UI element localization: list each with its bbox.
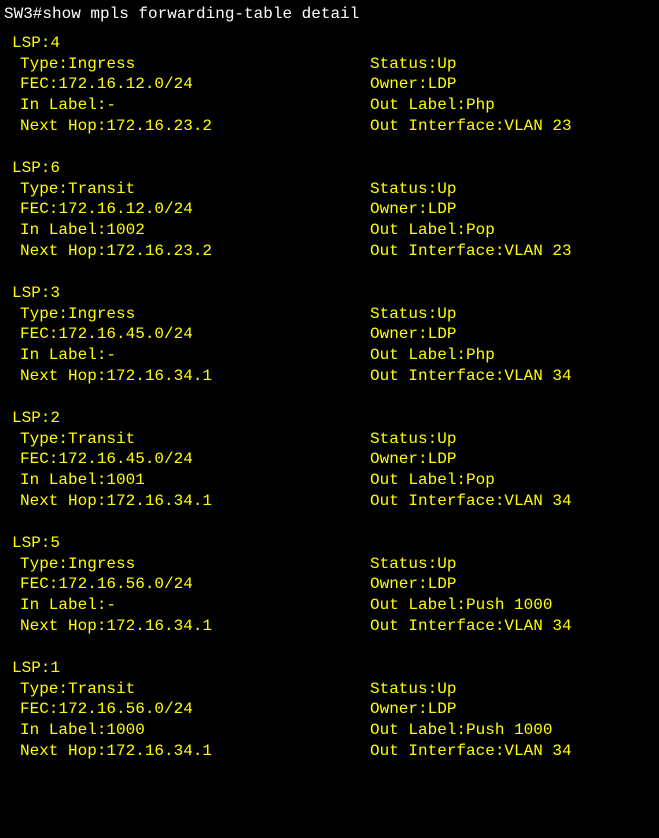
lsp-fec: FEC:172.16.12.0/24 (20, 199, 370, 220)
lsp-out-interface: Out Interface:VLAN 34 (370, 616, 655, 637)
lsp-row: Type:TransitStatus:Up (4, 429, 655, 450)
lsp-out-interface: Out Interface:VLAN 23 (370, 241, 655, 262)
lsp-type: Type:Ingress (20, 304, 370, 325)
lsp-type: Type:Ingress (20, 54, 370, 75)
lsp-id: LSP:4 (4, 33, 655, 54)
prompt-command: show mpls forwarding-table detail (42, 5, 359, 23)
command-output: LSP:4 Type:IngressStatus:Up FEC:172.16.1… (4, 33, 655, 762)
lsp-block: LSP:2 Type:TransitStatus:Up FEC:172.16.4… (4, 408, 655, 512)
lsp-status: Status:Up (370, 679, 655, 700)
lsp-out-label: Out Label:Php (370, 345, 655, 366)
lsp-out-label: Out Label:Pop (370, 470, 655, 491)
lsp-row: Type:IngressStatus:Up (4, 54, 655, 75)
lsp-id: LSP:6 (4, 158, 655, 179)
lsp-owner: Owner:LDP (370, 574, 655, 595)
lsp-in-label: In Label:1000 (20, 720, 370, 741)
lsp-in-label: In Label:- (20, 595, 370, 616)
lsp-row: FEC:172.16.12.0/24Owner:LDP (4, 199, 655, 220)
lsp-owner: Owner:LDP (370, 324, 655, 345)
lsp-status: Status:Up (370, 54, 655, 75)
lsp-fec: FEC:172.16.56.0/24 (20, 574, 370, 595)
lsp-type: Type:Ingress (20, 554, 370, 575)
lsp-row: FEC:172.16.45.0/24Owner:LDP (4, 449, 655, 470)
lsp-row: In Label:-Out Label:Php (4, 345, 655, 366)
lsp-block: LSP:4 Type:IngressStatus:Up FEC:172.16.1… (4, 33, 655, 137)
lsp-row: In Label:1000Out Label:Push 1000 (4, 720, 655, 741)
lsp-status: Status:Up (370, 179, 655, 200)
lsp-out-label: Out Label:Php (370, 95, 655, 116)
lsp-id: LSP:5 (4, 533, 655, 554)
lsp-row: Next Hop:172.16.23.2Out Interface:VLAN 2… (4, 241, 655, 262)
lsp-out-label: Out Label:Pop (370, 220, 655, 241)
lsp-out-label: Out Label:Push 1000 (370, 720, 655, 741)
lsp-out-interface: Out Interface:VLAN 23 (370, 116, 655, 137)
lsp-block: LSP:1 Type:TransitStatus:Up FEC:172.16.5… (4, 658, 655, 762)
lsp-next-hop: Next Hop:172.16.34.1 (20, 366, 370, 387)
lsp-next-hop: Next Hop:172.16.34.1 (20, 741, 370, 762)
lsp-out-interface: Out Interface:VLAN 34 (370, 366, 655, 387)
lsp-row: Next Hop:172.16.34.1Out Interface:VLAN 3… (4, 491, 655, 512)
lsp-next-hop: Next Hop:172.16.23.2 (20, 241, 370, 262)
lsp-row: Type:TransitStatus:Up (4, 179, 655, 200)
lsp-row: Next Hop:172.16.34.1Out Interface:VLAN 3… (4, 366, 655, 387)
lsp-row: Type:IngressStatus:Up (4, 304, 655, 325)
lsp-row: Type:TransitStatus:Up (4, 679, 655, 700)
lsp-next-hop: Next Hop:172.16.23.2 (20, 116, 370, 137)
lsp-row: FEC:172.16.12.0/24Owner:LDP (4, 74, 655, 95)
lsp-in-label: In Label:- (20, 95, 370, 116)
lsp-in-label: In Label:1001 (20, 470, 370, 491)
lsp-next-hop: Next Hop:172.16.34.1 (20, 491, 370, 512)
lsp-row: Type:IngressStatus:Up (4, 554, 655, 575)
lsp-row: FEC:172.16.56.0/24Owner:LDP (4, 699, 655, 720)
lsp-next-hop: Next Hop:172.16.34.1 (20, 616, 370, 637)
lsp-status: Status:Up (370, 304, 655, 325)
lsp-type: Type:Transit (20, 429, 370, 450)
lsp-block: LSP:5 Type:IngressStatus:Up FEC:172.16.5… (4, 533, 655, 637)
lsp-type: Type:Transit (20, 679, 370, 700)
lsp-in-label: In Label:1002 (20, 220, 370, 241)
lsp-row: In Label:1001Out Label:Pop (4, 470, 655, 491)
lsp-out-interface: Out Interface:VLAN 34 (370, 491, 655, 512)
lsp-id: LSP:2 (4, 408, 655, 429)
lsp-row: Next Hop:172.16.23.2Out Interface:VLAN 2… (4, 116, 655, 137)
prompt-host: SW3# (4, 5, 42, 23)
lsp-fec: FEC:172.16.12.0/24 (20, 74, 370, 95)
lsp-status: Status:Up (370, 554, 655, 575)
lsp-block: LSP:6 Type:TransitStatus:Up FEC:172.16.1… (4, 158, 655, 262)
lsp-status: Status:Up (370, 429, 655, 450)
lsp-fec: FEC:172.16.45.0/24 (20, 449, 370, 470)
lsp-owner: Owner:LDP (370, 699, 655, 720)
lsp-id: LSP:1 (4, 658, 655, 679)
lsp-row: FEC:172.16.45.0/24Owner:LDP (4, 324, 655, 345)
lsp-fec: FEC:172.16.56.0/24 (20, 699, 370, 720)
lsp-out-interface: Out Interface:VLAN 34 (370, 741, 655, 762)
lsp-type: Type:Transit (20, 179, 370, 200)
lsp-fec: FEC:172.16.45.0/24 (20, 324, 370, 345)
lsp-owner: Owner:LDP (370, 199, 655, 220)
lsp-owner: Owner:LDP (370, 74, 655, 95)
command-prompt-line: SW3#show mpls forwarding-table detail (4, 4, 655, 25)
lsp-row: In Label:1002Out Label:Pop (4, 220, 655, 241)
lsp-id: LSP:3 (4, 283, 655, 304)
lsp-block: LSP:3 Type:IngressStatus:Up FEC:172.16.4… (4, 283, 655, 387)
lsp-out-label: Out Label:Push 1000 (370, 595, 655, 616)
lsp-row: Next Hop:172.16.34.1Out Interface:VLAN 3… (4, 616, 655, 637)
lsp-row: In Label:-Out Label:Push 1000 (4, 595, 655, 616)
lsp-row: FEC:172.16.56.0/24Owner:LDP (4, 574, 655, 595)
lsp-row: In Label:-Out Label:Php (4, 95, 655, 116)
lsp-row: Next Hop:172.16.34.1Out Interface:VLAN 3… (4, 741, 655, 762)
lsp-owner: Owner:LDP (370, 449, 655, 470)
lsp-in-label: In Label:- (20, 345, 370, 366)
